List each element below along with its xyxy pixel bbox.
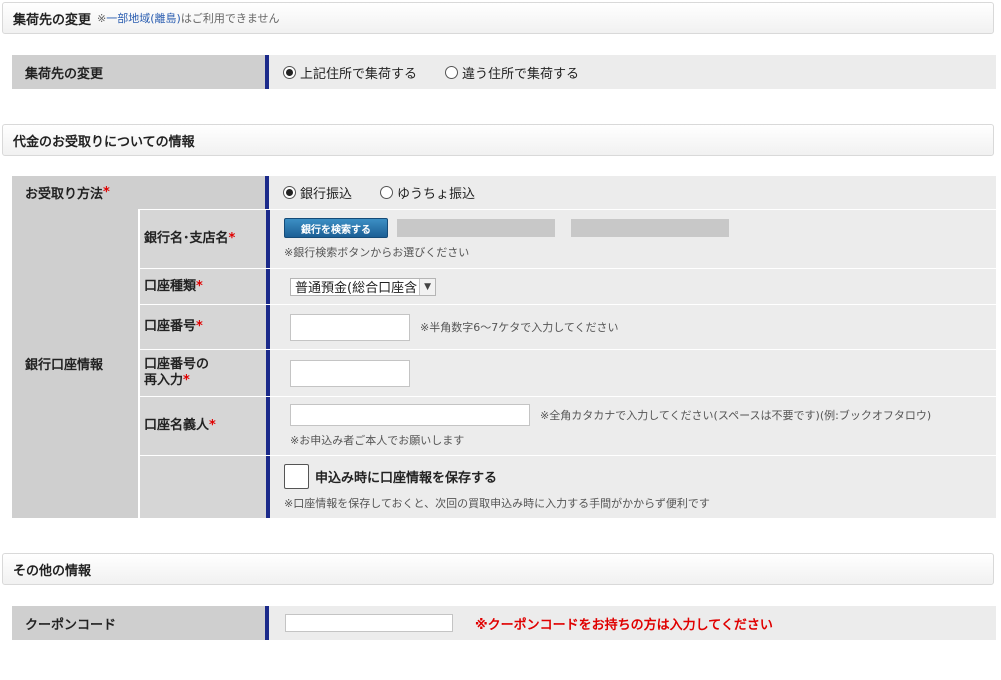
coupon-input[interactable] — [285, 614, 453, 632]
bank-search-hint: ※銀行検索ボタンからお選びください — [284, 246, 470, 259]
bank-name-label: 銀行名･支店名 * — [140, 210, 270, 268]
account-number-row: 口座番号 * ※半角数字6〜7ケタで入力してください — [140, 304, 996, 349]
radio-selected-icon[interactable] — [283, 186, 296, 199]
bank-account-block: 銀行口座情報 銀行名･支店名 * 銀行を検索する ※銀行検索ボタンからお選びくださ… — [12, 209, 996, 518]
account-number-input[interactable] — [290, 313, 410, 341]
account-type-value: 普通預金(総合口座含 ▼ — [270, 269, 996, 304]
account-number-value: ※半角数字6〜7ケタで入力してください — [270, 305, 996, 349]
payment-section-header: 代金のお受取りについての情報 — [2, 124, 994, 156]
save-account-checkbox[interactable] — [284, 463, 309, 489]
save-account-row: 申込み時に口座情報を保存する ※口座情報を保存しておくと、次回の買取申込み時に入… — [140, 455, 996, 518]
account-number-reenter-row: 口座番号の 再入力* — [140, 349, 996, 396]
pickup-option-same-address[interactable]: 上記住所で集荷する — [283, 63, 417, 82]
account-type-label: 口座種類 * — [140, 269, 270, 304]
account-holder-value: ※全角カタカナで入力してください(スペースは不要です)(例:ブックオフタロウ) … — [270, 397, 996, 455]
account-type-select[interactable]: 普通預金(総合口座含 ▼ — [290, 277, 437, 296]
pickup-section-title: 集荷先の変更 — [13, 12, 92, 28]
account-holder-hint: ※全角カタカナで入力してください(スペースは不要です)(例:ブックオフタロウ) — [540, 409, 932, 422]
save-account-label-cell — [140, 456, 270, 518]
remote-area-link[interactable]: 一部地域(離島) — [106, 12, 181, 25]
coupon-label: クーポンコード — [12, 606, 269, 640]
branch-name-display — [571, 219, 729, 237]
account-holder-note: ※お申込み者ご本人でお願いします — [290, 434, 465, 447]
account-holder-row: 口座名義人 * ※全角カタカナで入力してください(スペースは不要です)(例:ブック… — [140, 396, 996, 455]
save-account-hint: ※口座情報を保存しておくと、次回の買取申込み時に入力する手間がかからず便利です — [284, 496, 710, 510]
account-number-reenter-value — [270, 350, 996, 396]
payment-method-yucho-transfer[interactable]: ゆうちょ振込 — [380, 183, 475, 202]
coupon-row: クーポンコード ※クーポンコードをお持ちの方は入力してください — [12, 606, 996, 640]
bank-name-display — [397, 219, 555, 237]
payment-section-title: 代金のお受取りについての情報 — [13, 134, 195, 150]
chevron-down-icon: ▼ — [419, 278, 436, 295]
bank-name-row: 銀行名･支店名 * 銀行を検索する ※銀行検索ボタンからお選びください — [140, 209, 996, 268]
account-number-hint: ※半角数字6〜7ケタで入力してください — [420, 321, 619, 334]
save-account-value: 申込み時に口座情報を保存する ※口座情報を保存しておくと、次回の買取申込み時に入… — [270, 456, 996, 518]
other-section-title: その他の情報 — [13, 563, 92, 579]
account-number-reenter-input[interactable] — [290, 359, 410, 387]
account-number-reenter-label: 口座番号の 再入力* — [140, 350, 270, 396]
account-holder-input[interactable] — [290, 404, 530, 426]
payment-method-bank-transfer[interactable]: 銀行振込 — [283, 183, 352, 202]
bank-account-group-label: 銀行口座情報 — [12, 209, 139, 518]
pickup-section-header: 集荷先の変更 ※一部地域(離島)はご利用できません — [2, 2, 994, 34]
pickup-options: 上記住所で集荷する 違う住所で集荷する — [269, 55, 996, 89]
save-account-checkbox-label[interactable]: 申込み時に口座情報を保存する — [284, 463, 497, 489]
pickup-row: 集荷先の変更 上記住所で集荷する 違う住所で集荷する — [12, 55, 996, 89]
pickup-section-note: ※一部地域(離島)はご利用できません — [97, 12, 280, 25]
coupon-value: ※クーポンコードをお持ちの方は入力してください — [269, 606, 996, 640]
account-number-label: 口座番号 * — [140, 305, 270, 349]
radio-selected-icon[interactable] — [283, 65, 296, 79]
pickup-option-different-address[interactable]: 違う住所で集荷する — [445, 63, 579, 82]
account-type-row: 口座種類 * 普通預金(総合口座含 ▼ — [140, 268, 996, 304]
radio-unselected-icon[interactable] — [445, 65, 459, 79]
bank-name-value: 銀行を検索する ※銀行検索ボタンからお選びください — [270, 210, 996, 268]
other-section-header: その他の情報 — [2, 553, 994, 585]
radio-unselected-icon[interactable] — [380, 186, 394, 199]
coupon-hint: ※クーポンコードをお持ちの方は入力してください — [475, 617, 773, 633]
payment-method-options: 銀行振込 ゆうちょ振込 — [269, 176, 996, 209]
bank-search-button[interactable]: 銀行を検索する — [284, 218, 388, 238]
account-holder-label: 口座名義人 * — [140, 397, 270, 455]
pickup-row-label: 集荷先の変更 — [12, 55, 269, 89]
payment-method-label: お受取り方法 * — [12, 176, 269, 209]
required-mark: * — [103, 185, 110, 200]
payment-method-row: お受取り方法 * 銀行振込 ゆうちょ振込 — [12, 176, 996, 209]
